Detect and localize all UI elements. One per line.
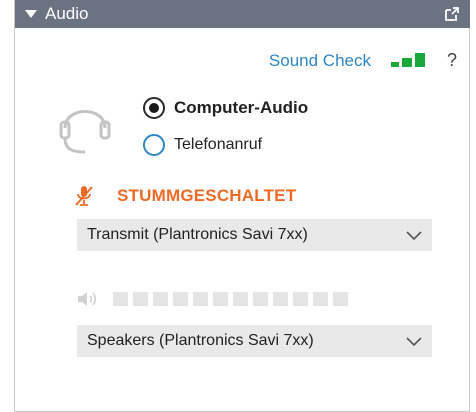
audio-panel: Audio Sound Check ? Computer-Audio Telef… (14, 0, 470, 412)
speaker-volume-row (77, 290, 353, 308)
chevron-down-icon[interactable] (406, 335, 422, 347)
microphone-select-value: Transmit (Plantronics Savi 7xx) (87, 226, 308, 243)
popout-icon[interactable] (444, 6, 460, 22)
computer-audio-label[interactable]: Computer-Audio (174, 98, 308, 118)
volume-segment (293, 292, 308, 306)
computer-audio-radio[interactable] (143, 97, 165, 119)
volume-segment (253, 292, 268, 306)
help-icon[interactable]: ? (447, 50, 457, 71)
phone-call-label[interactable]: Telefonanruf (174, 136, 262, 154)
sound-check-link[interactable]: Sound Check (269, 51, 371, 71)
mute-status-label[interactable]: STUMMGESCHALTET (117, 186, 296, 206)
phone-call-option[interactable]: Telefonanruf (143, 134, 262, 156)
volume-segment (273, 292, 288, 306)
muted-microphone-icon[interactable] (75, 185, 93, 207)
volume-segment (233, 292, 248, 306)
panel-title: Audio (45, 4, 89, 23)
headset-icon (59, 110, 111, 154)
signal-level-icon (391, 53, 425, 67)
computer-audio-option[interactable]: Computer-Audio (143, 97, 308, 119)
microphone-select[interactable]: Transmit (Plantronics Savi 7xx) (77, 219, 432, 251)
volume-segment (133, 292, 148, 306)
volume-segment (313, 292, 328, 306)
volume-segment (113, 292, 128, 306)
speaker-volume-icon (78, 292, 97, 306)
speaker-level-meter (113, 292, 353, 306)
volume-segment (193, 292, 208, 306)
volume-segment (333, 292, 348, 306)
chevron-down-icon[interactable] (406, 229, 422, 241)
volume-segment (173, 292, 188, 306)
collapse-caret-icon[interactable] (25, 10, 37, 18)
sound-check-row: Sound Check ? (14, 49, 469, 73)
volume-segment (213, 292, 228, 306)
phone-call-radio[interactable] (143, 134, 165, 156)
mute-status[interactable]: STUMMGESCHALTET (75, 185, 296, 207)
volume-segment (153, 292, 168, 306)
speaker-select-value: Speakers (Plantronics Savi 7xx) (87, 332, 314, 349)
speaker-select[interactable]: Speakers (Plantronics Savi 7xx) (77, 325, 432, 357)
panel-titlebar[interactable]: Audio (15, 0, 470, 28)
